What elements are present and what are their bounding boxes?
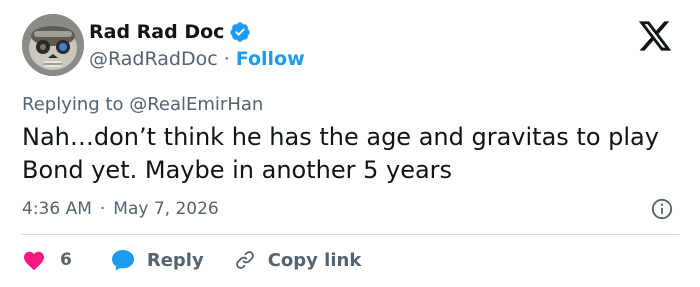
verified-badge-icon: [230, 22, 251, 42]
x-logo-icon[interactable]: [636, 18, 674, 54]
reply-button[interactable]: Reply: [110, 248, 204, 272]
like-button[interactable]: 6: [22, 249, 72, 271]
author-display-name[interactable]: Rad Rad Doc: [89, 20, 224, 44]
author-name-row: Rad Rad Doc: [89, 20, 251, 44]
link-icon: [235, 251, 254, 269]
author-handle[interactable]: @RadRadDoc: [89, 47, 218, 71]
avatar[interactable]: [22, 14, 84, 76]
avatar-image: [22, 14, 84, 76]
author-handle-row: @RadRadDoc · Follow: [89, 47, 305, 71]
tweet-time: 4:36 AM: [22, 199, 92, 219]
reply-label: Reply: [146, 249, 204, 271]
follow-button[interactable]: Follow: [236, 47, 305, 71]
tweet-date: May 7, 2026: [113, 199, 219, 219]
info-icon[interactable]: [651, 198, 673, 220]
replying-to-prefix: Replying to: [22, 94, 124, 115]
like-count: 6: [60, 250, 72, 270]
action-bar: 6 Reply Copy link: [22, 247, 361, 273]
copy-link-button[interactable]: Copy link: [234, 249, 362, 271]
speech-bubble-icon: [111, 250, 134, 271]
handle-separator: ·: [223, 48, 230, 70]
tweet-timestamp[interactable]: 4:36 AM · May 7, 2026: [22, 198, 219, 220]
divider: [22, 234, 679, 235]
replying-to-mention[interactable]: @RealEmirHan: [129, 94, 263, 115]
timestamp-separator: ·: [99, 199, 106, 219]
heart-icon: [24, 251, 44, 271]
copy-link-label: Copy link: [267, 249, 362, 271]
tweet-text: Nah…don’t think he has the age and gravi…: [22, 123, 659, 184]
replying-to: Replying to @RealEmirHan: [22, 93, 263, 117]
